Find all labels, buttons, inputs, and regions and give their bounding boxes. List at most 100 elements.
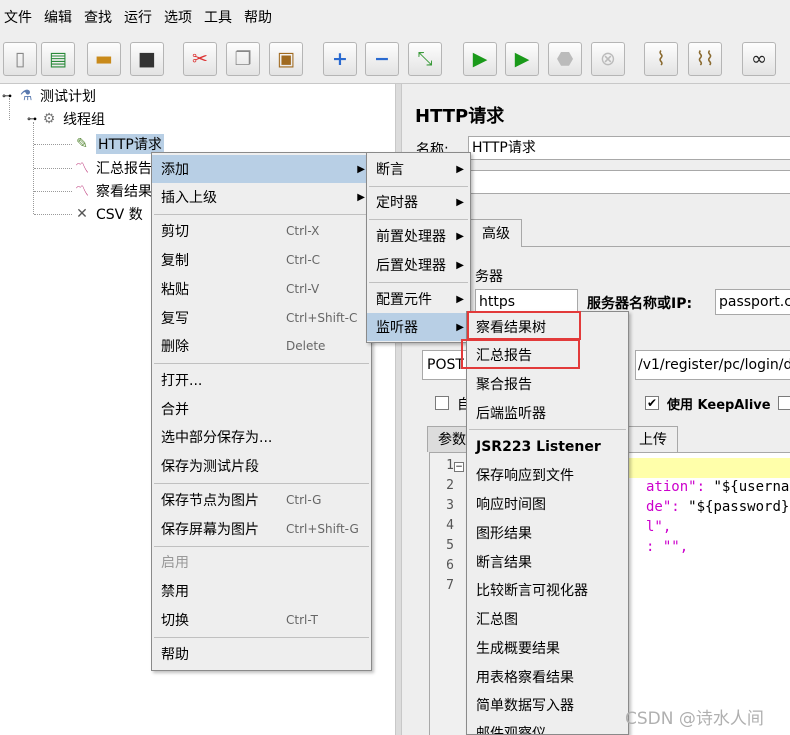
open-button[interactable]: ▬	[87, 42, 121, 76]
menu-tools[interactable]: 工具	[200, 0, 240, 36]
code-value: "${password}"	[688, 499, 790, 515]
submenu-item-timers[interactable]: 定时器 ▶	[367, 188, 470, 216]
listener-save-responses[interactable]: 保存响应到文件	[467, 461, 628, 489]
menu-item-open[interactable]: 打开...	[152, 366, 371, 394]
menu-help[interactable]: 帮助	[240, 0, 280, 36]
menu-separator	[154, 637, 369, 638]
fold-icon[interactable]: −	[454, 462, 464, 472]
path-field[interactable]: /v1/register/pc/login/doL	[635, 350, 790, 380]
menu-item-label: JSR223 Listener	[476, 439, 601, 455]
submenu-arrow-icon: ▶	[456, 293, 464, 305]
cut-button[interactable]: ✂	[183, 42, 217, 76]
templates-button[interactable]: ▤	[41, 42, 75, 76]
expand-handle-icon[interactable]: ⊶	[27, 114, 37, 125]
menu-item-save-screen-image[interactable]: 保存屏幕为图片 Ctrl+Shift-G	[152, 515, 371, 543]
menu-item-label: 添加	[161, 162, 189, 178]
tree-node-test-plan[interactable]: ⊶ ⚗ 测试计划	[2, 85, 96, 107]
clear-all-button[interactable]: ⌇⌇	[688, 42, 722, 76]
submenu-item-assertions[interactable]: 断言 ▶	[367, 155, 470, 183]
keepalive-label: 使用 KeepAlive	[667, 398, 771, 413]
submenu-arrow-icon: ▶	[357, 163, 365, 175]
clear-button[interactable]: ⌇	[644, 42, 678, 76]
listener-generate-summary[interactable]: 生成概要结果	[467, 634, 628, 662]
save-button[interactable]: ■	[130, 42, 164, 76]
tree-node-label: 测试计划	[40, 89, 96, 105]
new-button[interactable]: ▯	[3, 42, 37, 76]
search-button[interactable]: ∞	[742, 42, 776, 76]
menu-run[interactable]: 运行	[120, 0, 160, 36]
listener-assertion-results[interactable]: 断言结果	[467, 548, 628, 576]
shortcut-label: Ctrl-G	[286, 493, 322, 507]
listener-jsr223[interactable]: JSR223 Listener	[467, 433, 628, 461]
tree-node-summary-report[interactable]: 〽 汇总报告	[72, 157, 152, 179]
start-no-pause-button[interactable]: ▶	[505, 42, 539, 76]
submenu-item-listeners[interactable]: 监听器 ▶	[367, 313, 470, 341]
submenu-item-config-elements[interactable]: 配置元件 ▶	[367, 285, 470, 313]
menubar: 文件 编辑 查找 运行 选项 工具 帮助	[0, 0, 790, 36]
tree-node-view-results[interactable]: 〽 察看结果	[72, 180, 152, 202]
menu-edit[interactable]: 编辑	[40, 0, 80, 36]
toggle-button[interactable]: ⤡	[408, 42, 442, 76]
tree-node-csv-config[interactable]: ✕ CSV 数	[72, 203, 143, 225]
menu-item-save-node-image[interactable]: 保存节点为图片 Ctrl-G	[152, 486, 371, 514]
check-icon: ✔	[646, 396, 658, 410]
tab-advanced[interactable]: 高级	[470, 219, 522, 247]
listener-aggregate-report[interactable]: 聚合报告	[467, 370, 628, 398]
stop-button[interactable]: ⬣	[548, 42, 582, 76]
start-button[interactable]: ▶	[463, 42, 497, 76]
tree-line	[34, 191, 72, 192]
code-text: : "",	[646, 539, 689, 555]
listener-simple-data-writer[interactable]: 简单数据写入器	[467, 691, 628, 719]
menu-item-save-selection[interactable]: 选中部分保存为...	[152, 423, 371, 451]
submenu-item-preprocessors[interactable]: 前置处理器 ▶	[367, 222, 470, 250]
name-field[interactable]: HTTP请求	[468, 136, 790, 160]
shutdown-button[interactable]: ⊗	[591, 42, 625, 76]
listener-comparison-assertion[interactable]: 比较断言可视化器	[467, 576, 628, 604]
menu-item-copy[interactable]: 复制 Ctrl-C	[152, 246, 371, 274]
expand-handle-icon[interactable]: ⊶	[2, 91, 12, 102]
menu-item-help[interactable]: 帮助	[152, 640, 371, 668]
menu-item-cut[interactable]: 剪切 Ctrl-X	[152, 217, 371, 245]
menu-item-duplicate[interactable]: 复写 Ctrl+Shift-C	[152, 304, 371, 332]
menu-item-paste[interactable]: 粘贴 Ctrl-V	[152, 275, 371, 303]
code-line-2: ation": "${usernam	[646, 479, 790, 495]
line-gutter: 1 2 3 4 5 6 7 −	[430, 453, 470, 735]
submenu-item-postprocessors[interactable]: 后置处理器 ▶	[367, 251, 470, 279]
redirect-checkbox[interactable]	[435, 396, 449, 410]
menu-item-label: 监听器	[376, 320, 418, 336]
menu-options[interactable]: 选项	[160, 0, 200, 36]
line-number: 2	[446, 478, 454, 493]
code-text: l",	[646, 519, 672, 535]
listener-backend-listener[interactable]: 后端监听器	[467, 399, 628, 427]
menu-item-label: 保存为测试片段	[161, 459, 259, 475]
listener-response-time-graph[interactable]: 响应时间图	[467, 490, 628, 518]
annotation-box	[467, 311, 581, 340]
broom-icon: ⌇	[656, 47, 666, 70]
menu-item-save-fragment[interactable]: 保存为测试片段	[152, 452, 371, 480]
menu-item-label: 生成概要结果	[476, 641, 560, 657]
listener-mailer-visualizer[interactable]: 邮件观察仪	[467, 719, 628, 734]
submenu-arrow-icon: ▶	[456, 196, 464, 208]
listener-graph-results[interactable]: 图形结果	[467, 519, 628, 547]
collapse-button[interactable]: −	[365, 42, 399, 76]
menu-item-disable[interactable]: 禁用	[152, 577, 371, 605]
menu-item-insert-parent[interactable]: 插入上级 ▶	[152, 183, 371, 211]
tab-files-upload[interactable]: 上传	[628, 426, 678, 452]
menu-file[interactable]: 文件	[0, 0, 40, 36]
listener-view-results-table[interactable]: 用表格察看结果	[467, 663, 628, 691]
menu-item-toggle[interactable]: 切换 Ctrl-T	[152, 606, 371, 634]
paste-button[interactable]: ▣	[269, 42, 303, 76]
expand-button[interactable]: +	[323, 42, 357, 76]
menu-item-delete[interactable]: 删除 Delete	[152, 332, 371, 360]
host-field[interactable]: passport.cs	[715, 289, 790, 315]
comment-field[interactable]	[468, 170, 790, 194]
menu-item-add[interactable]: 添加 ▶	[152, 155, 371, 183]
multipart-checkbox[interactable]	[778, 396, 790, 410]
copy-button[interactable]: ❐	[226, 42, 260, 76]
listener-aggregate-graph[interactable]: 汇总图	[467, 605, 628, 633]
code-line-3: de": "${password}"	[646, 499, 790, 515]
menu-item-merge[interactable]: 合并	[152, 395, 371, 423]
keepalive-checkbox[interactable]: ✔	[645, 396, 659, 410]
menu-search[interactable]: 查找	[80, 0, 120, 36]
tree-node-thread-group[interactable]: ⊶ ⚙ 线程组	[27, 108, 105, 130]
